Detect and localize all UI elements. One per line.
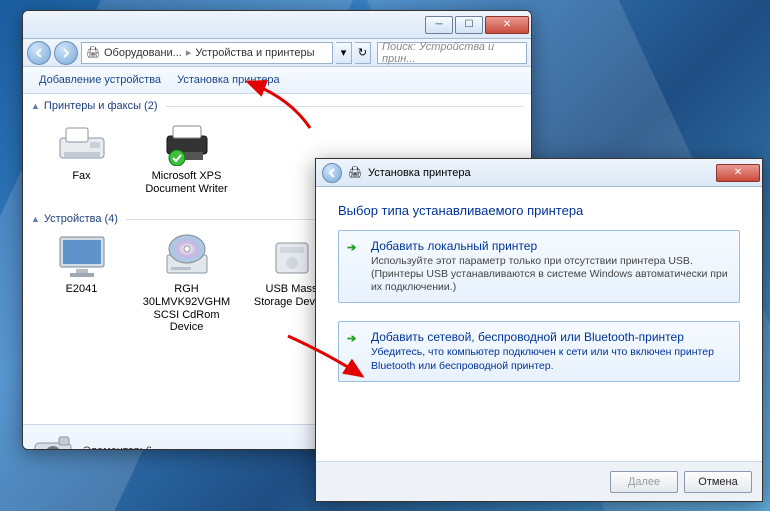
device-label: Microsoft XPS Document Writer	[145, 170, 227, 195]
toolbar: Добавление устройства Установка принтера	[23, 67, 531, 94]
device-fax[interactable]: Fax	[29, 116, 134, 199]
address-dropdown[interactable]: ▾	[336, 42, 352, 64]
dialog-body: Выбор типа устанавливаемого принтера ➔ Д…	[316, 187, 762, 461]
breadcrumb-icon: 🖨	[86, 46, 100, 59]
refresh-button[interactable]: ↻	[355, 42, 371, 64]
close-button[interactable]: ✕	[485, 16, 529, 34]
dialog-close-button[interactable]: ✕	[716, 164, 760, 182]
drive-icon	[264, 233, 320, 281]
breadcrumb-current[interactable]: Устройства и принтеры	[191, 47, 318, 59]
forward-button[interactable]	[54, 41, 78, 65]
dialog-back-button[interactable]	[322, 163, 342, 183]
add-printer-button[interactable]: Установка принтера	[169, 74, 288, 86]
device-label: E2041	[66, 283, 98, 296]
group-title: Принтеры и факсы (2)	[44, 100, 158, 112]
next-button[interactable]: Далее	[610, 471, 678, 493]
option-network-printer[interactable]: ➔ Добавить сетевой, беспроводной или Blu…	[338, 321, 740, 381]
dialog-title: Установка принтера	[368, 167, 471, 179]
hdd-icon	[159, 233, 215, 281]
collapse-icon: ▲	[31, 214, 40, 224]
breadcrumb-parent[interactable]: Оборудовани...	[100, 47, 186, 59]
back-button[interactable]	[27, 41, 51, 65]
collapse-icon: ▲	[31, 101, 40, 111]
nav-row: 🖨 Оборудовани... ▸ Устройства и принтеры…	[23, 39, 531, 67]
dialog-footer: Далее Отмена	[316, 461, 762, 501]
cancel-button[interactable]: Отмена	[684, 471, 752, 493]
device-label: RGH 30LMVK92VGHM SCSI CdRom Device	[143, 283, 230, 334]
status-text: Элементов: 6	[83, 445, 152, 451]
option-title: Добавить локальный принтер	[371, 239, 729, 253]
add-printer-dialog: 🖨 Установка принтера ✕ Выбор типа устана…	[315, 158, 763, 502]
device-monitor[interactable]: E2041	[29, 229, 134, 338]
option-desc: Убедитесь, что компьютер подключен к сет…	[371, 346, 729, 372]
device-xps[interactable]: Microsoft XPS Document Writer	[134, 116, 239, 199]
maximize-button[interactable]: ☐	[455, 16, 483, 34]
option-desc: Используйте этот параметр только при отс…	[371, 255, 729, 294]
option-local-printer[interactable]: ➔ Добавить локальный принтер Используйте…	[338, 230, 740, 303]
group-header-printers[interactable]: ▲ Принтеры и факсы (2)	[23, 94, 531, 114]
device-label: Fax	[72, 170, 90, 183]
add-device-button[interactable]: Добавление устройства	[31, 74, 169, 86]
explorer-titlebar: ─ ☐ ✕	[23, 11, 531, 39]
arrow-right-icon: ➔	[347, 332, 356, 345]
option-title: Добавить сетевой, беспроводной или Bluet…	[371, 330, 729, 344]
device-cdrom[interactable]: RGH 30LMVK92VGHM SCSI CdRom Device	[134, 229, 239, 338]
printer-icon	[159, 120, 215, 168]
minimize-button[interactable]: ─	[425, 16, 453, 34]
monitor-icon	[54, 233, 110, 281]
dialog-heading: Выбор типа устанавливаемого принтера	[338, 203, 740, 218]
address-bar[interactable]: 🖨 Оборудовани... ▸ Устройства и принтеры	[81, 42, 333, 64]
dialog-titlebar: 🖨 Установка принтера ✕	[316, 159, 762, 187]
arrow-right-icon: ➔	[347, 241, 356, 254]
group-title: Устройства (4)	[44, 213, 118, 225]
printer-icon: 🖨	[348, 166, 362, 179]
search-input[interactable]: Поиск: Устройства и прин...	[377, 42, 527, 64]
camera-icon	[33, 433, 73, 451]
fax-icon	[54, 120, 110, 168]
